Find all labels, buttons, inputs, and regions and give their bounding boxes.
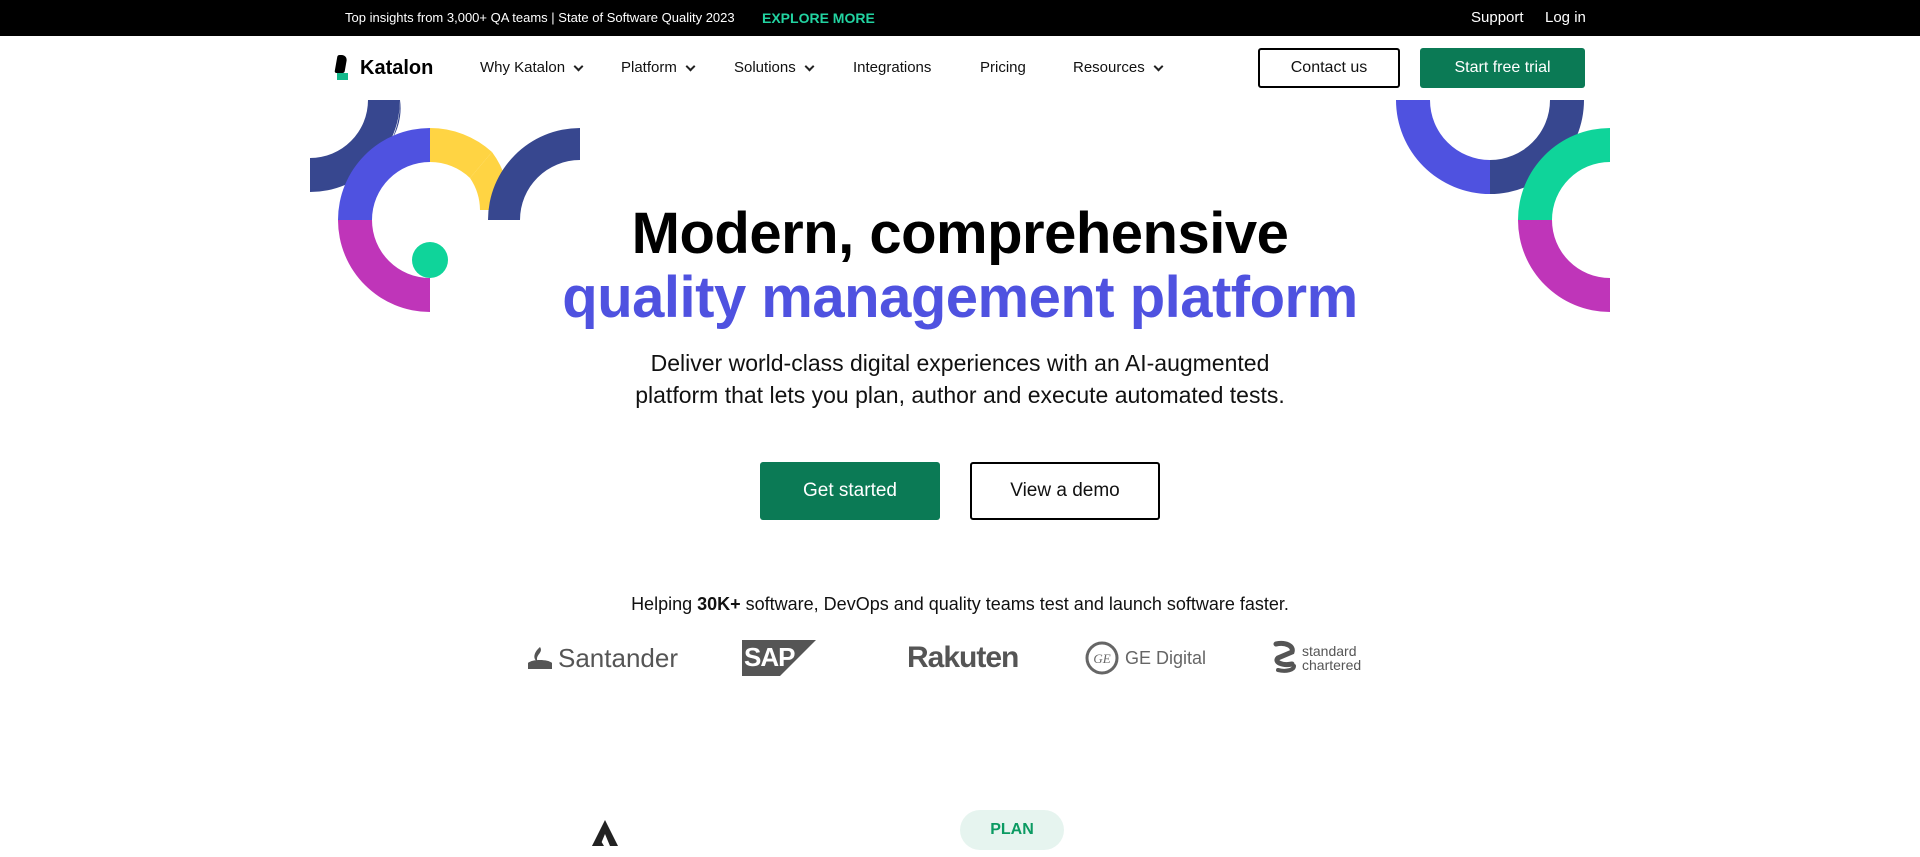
nav-integrations[interactable]: Integrations	[853, 36, 931, 100]
ge-digital-label: GE Digital	[1125, 647, 1207, 668]
svg-text:GE: GE	[1093, 651, 1110, 666]
main-nav: Katalon Why Katalon Platform Solutions I…	[0, 36, 1920, 100]
santander-logo: Santander	[526, 636, 678, 680]
view-demo-button[interactable]: View a demo	[970, 462, 1160, 520]
nav-label: Integrations	[853, 59, 932, 76]
customer-logos: Santander SAP Rakuten GE GE Digital stan…	[0, 636, 1920, 680]
katalon-logo-icon	[334, 55, 352, 81]
chevron-down-icon	[685, 61, 696, 71]
hero-title-line-2: quality management platform	[562, 265, 1358, 330]
sap-label: SAP	[744, 642, 795, 672]
chevron-down-icon	[573, 61, 584, 71]
hero-subtitle-line-2: platform that lets you plan, author and …	[635, 382, 1285, 408]
ge-monogram-icon: GE	[1085, 641, 1119, 675]
nav-solutions[interactable]: Solutions	[734, 36, 815, 100]
social-proof-count: 30K+	[697, 594, 741, 614]
contact-us-button[interactable]: Contact us	[1258, 48, 1400, 88]
standard-chartered-logo: standard chartered	[1272, 636, 1372, 680]
santander-flame-icon	[528, 647, 552, 669]
nav-label: Solutions	[734, 59, 796, 76]
get-started-button[interactable]: Get started	[760, 462, 940, 520]
hero-subtitle-line-1: Deliver world-class digital experiences …	[650, 350, 1270, 376]
social-proof-prefix: Helping	[631, 594, 698, 614]
plan-pill: PLAN	[960, 810, 1064, 850]
explore-more-link[interactable]: EXPLORE MORE	[762, 0, 875, 36]
nav-label: Why Katalon	[480, 59, 566, 76]
chevron-down-icon	[804, 61, 815, 71]
santander-label: Santander	[558, 642, 678, 673]
ge-digital-logo: GE GE Digital	[1085, 636, 1206, 680]
start-free-trial-button[interactable]: Start free trial	[1420, 48, 1585, 88]
atlassian-icon	[592, 820, 618, 846]
support-link[interactable]: Support	[1471, 0, 1524, 36]
login-link[interactable]: Log in	[1545, 0, 1586, 36]
hero-title-line-1: Modern, comprehensive	[631, 201, 1289, 266]
announcement-bar: Top insights from 3,000+ QA teams | Stat…	[0, 0, 1920, 36]
nav-why-katalon[interactable]: Why Katalon	[480, 36, 584, 100]
social-proof-suffix: software, DevOps and quality teams test …	[740, 594, 1289, 614]
brand-name: Katalon	[360, 56, 434, 79]
standard-chartered-label: standard chartered	[1302, 643, 1362, 673]
nav-platform[interactable]: Platform	[621, 36, 696, 100]
standard-chartered-icon	[1273, 641, 1296, 673]
rakuten-logo: Rakuten	[907, 636, 1019, 680]
nav-pricing[interactable]: Pricing	[980, 36, 1026, 100]
announcement-text: Top insights from 3,000+ QA teams | Stat…	[345, 10, 735, 25]
nav-resources[interactable]: Resources	[1073, 36, 1164, 100]
rakuten-label: Rakuten	[907, 641, 1019, 674]
nav-label: Platform	[621, 59, 677, 76]
social-proof-text: Helping 30K+ software, DevOps and qualit…	[0, 594, 1920, 615]
katalon-logo[interactable]: Katalon	[334, 54, 433, 82]
nav-label: Resources	[1073, 59, 1145, 76]
nav-label: Pricing	[980, 59, 1026, 76]
sap-logo: SAP	[742, 636, 816, 680]
chevron-down-icon	[1153, 61, 1164, 71]
